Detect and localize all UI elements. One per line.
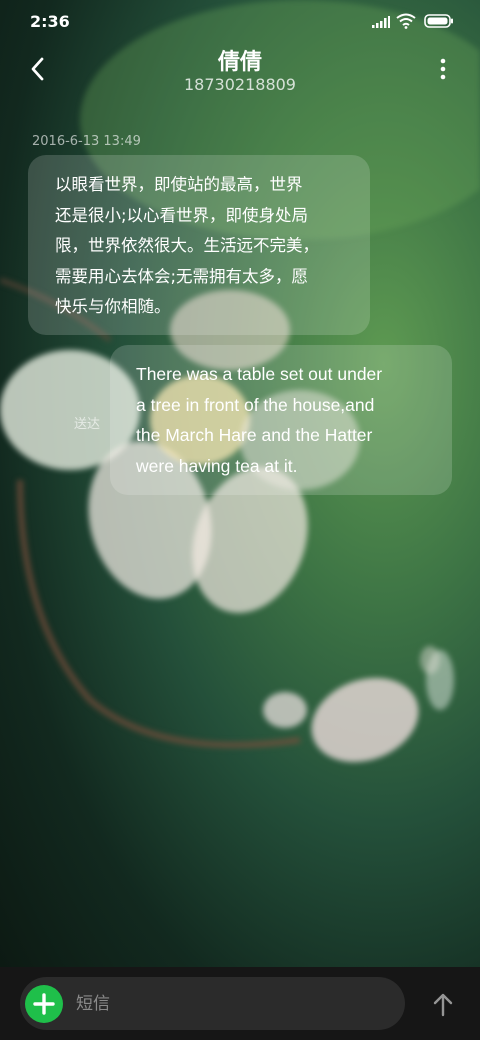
- arrow-up-icon: [433, 993, 453, 1017]
- plus-icon: [33, 993, 55, 1015]
- message-line: 以眼看世界，即使站的最高，世界: [55, 175, 303, 194]
- contact-name: 倩倩: [217, 50, 262, 75]
- wifi-icon: [396, 13, 416, 29]
- signal-icon: [372, 16, 390, 28]
- message-input[interactable]: [76, 987, 386, 1021]
- more-options-button[interactable]: [430, 54, 456, 84]
- battery-icon: [424, 14, 453, 28]
- message-line: the March Hare and the Hatter: [136, 425, 373, 445]
- message-line: 需要用心去体会;无需拥有太多，愿: [55, 266, 309, 286]
- message-line: 快乐与你相随。: [55, 297, 171, 316]
- contact-number: 18730218809: [184, 75, 296, 94]
- message-line: were having tea at it.: [136, 455, 298, 476]
- add-attachment-button[interactable]: [25, 985, 63, 1023]
- message-timestamp: 2016-6-13 13:49: [32, 134, 141, 149]
- status-bar: 2:36: [0, 0, 480, 44]
- message-line: There was a table set out under: [136, 364, 383, 384]
- back-button[interactable]: [18, 54, 58, 84]
- chevron-left-icon: [31, 57, 44, 81]
- delivery-status: 送达: [74, 417, 101, 432]
- sent-message-bubble[interactable]: There was a table set out under a tree i…: [110, 345, 452, 495]
- send-button[interactable]: [426, 988, 460, 1022]
- status-time: 2:36: [30, 12, 70, 31]
- more-vertical-icon: [440, 58, 446, 80]
- message-line: 还是很小;以心看世界，即使身处局: [55, 205, 309, 225]
- message-line: 限，世界依然很大。生活远不完美，: [55, 236, 319, 255]
- message-line: a tree in front of the house,and: [136, 394, 375, 415]
- messaging-screen: 2:36 倩倩 18730218809 2016-6-13 13:49 以眼看世…: [0, 0, 480, 1040]
- received-message-bubble[interactable]: 以眼看世界，即使站的最高，世界 还是很小;以心看世界，即使身处局 限，世界依然很…: [28, 155, 370, 335]
